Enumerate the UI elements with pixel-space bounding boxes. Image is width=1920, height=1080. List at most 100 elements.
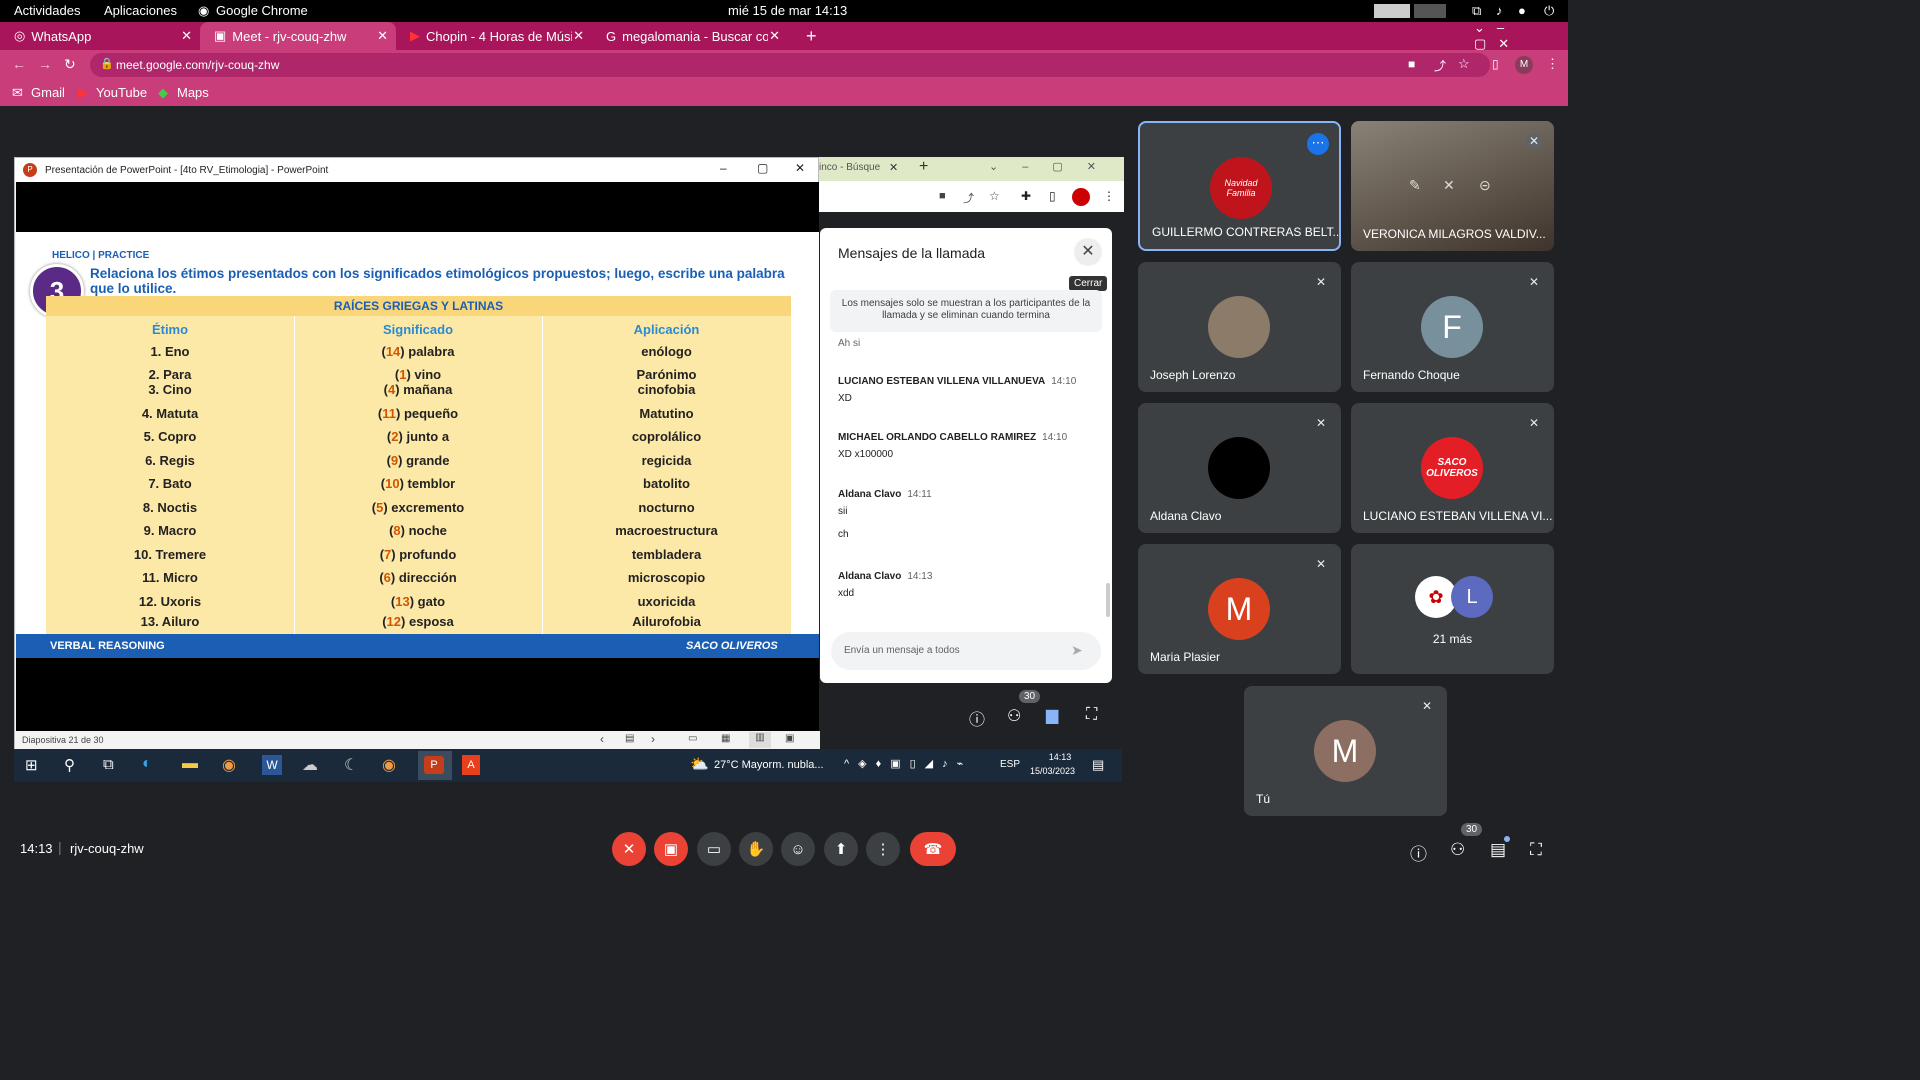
chat-input-box[interactable]: Envía un mensaje a todos ➤ [831, 632, 1101, 670]
chat-icon[interactable]: ▤ [1490, 840, 1506, 860]
close-chat-icon[interactable]: ✕ [1074, 238, 1102, 266]
prev-slide-icon[interactable]: ‹ [600, 732, 604, 746]
pin-icon[interactable]: ✎ [1409, 177, 1421, 194]
menu-icon[interactable]: ⋮ [1546, 56, 1559, 72]
participant-tile[interactable]: M ✕ Maria Plasier [1138, 544, 1341, 674]
bookmark-maps[interactable]: Maps [177, 85, 209, 100]
window-controls[interactable]: ⌄–▢✕ [1460, 20, 1560, 51]
back-icon[interactable]: ← [12, 56, 26, 72]
participant-tile[interactable]: ✕ ✎ ✕ ⊝ VERONICA MILAGROS VALDIV... [1351, 121, 1554, 251]
close-tab-icon[interactable]: ✕ [377, 28, 388, 44]
captions-button[interactable]: ▭ [697, 832, 731, 866]
input-language[interactable]: ESP [1000, 759, 1020, 770]
workspace-indicator[interactable] [1414, 4, 1446, 18]
bookmark-youtube[interactable]: YouTube [96, 85, 147, 100]
reactions-button[interactable]: ☺ [781, 832, 815, 866]
people-icon[interactable]: ⚇ [1007, 706, 1021, 726]
chrome-icon[interactable]: ◉ [222, 755, 236, 775]
participant-tile[interactable]: ✕ Joseph Lorenzo [1138, 262, 1341, 392]
network-icon[interactable]: ⧉ [1472, 3, 1481, 19]
taskbar-date[interactable]: 15/03/2023 [1030, 766, 1075, 776]
chat-icon[interactable]: ▆ [1046, 705, 1058, 725]
chrome2-tab[interactable]: inco - Búsque [819, 162, 880, 173]
app-icon[interactable]: ☾ [344, 755, 358, 775]
camera-toggle-button[interactable]: ▣ [654, 832, 688, 866]
star-icon[interactable]: ☆ [1458, 56, 1470, 72]
word-icon[interactable]: W [262, 755, 282, 775]
power-icon[interactable]: ⏻ [1544, 3, 1554, 19]
pdf-reader-icon[interactable]: A [462, 755, 480, 775]
maximize-icon[interactable]: ▢ [757, 161, 768, 175]
applications-menu[interactable]: Aplicaciones [104, 3, 177, 18]
tray-icons[interactable]: ^◈♦▣▯◢♪⌁ [844, 757, 972, 770]
star-icon[interactable]: ☆ [989, 189, 1000, 203]
close-tab-icon[interactable]: ✕ [181, 28, 192, 44]
close-tab-icon[interactable]: ✕ [769, 28, 780, 44]
self-tile[interactable]: M ✕ Tú [1244, 686, 1447, 816]
sorter-view-icon[interactable]: ▦ [721, 733, 730, 744]
tab-whatsapp[interactable]: ◎ WhatsApp ✕ [0, 22, 200, 50]
clock[interactable]: mié 15 de mar 14:13 [728, 3, 847, 18]
active-app-label[interactable]: Google Chrome [216, 3, 308, 18]
leave-call-button[interactable]: ☎ [910, 832, 956, 866]
share-icon[interactable]: ⤴ [963, 190, 974, 206]
weather-text[interactable]: 27°C Mayorm. nubla... [714, 759, 824, 771]
taskbar-time[interactable]: 14:13 [1042, 752, 1078, 762]
tab-meet[interactable]: ▣ Meet - rjv-couq-zhw ✕ [200, 22, 396, 50]
send-icon[interactable]: ➤ [1071, 642, 1083, 659]
chrome2-window-controls[interactable]: ⌄–▢✕ [989, 160, 1120, 173]
normal-view-icon[interactable]: ▭ [688, 733, 697, 744]
info-icon[interactable]: ⓘ [969, 706, 985, 730]
tab-megalomania[interactable]: G megalomania - Buscar cor ✕ [592, 22, 788, 50]
participant-tile[interactable]: ✕ Aldana Clavo [1138, 403, 1341, 533]
mute-icon[interactable]: ✕ [1443, 177, 1455, 194]
present-button[interactable]: ⬆ [824, 832, 858, 866]
search-icon[interactable]: ⚲ [64, 756, 75, 774]
slide-menu-icon[interactable]: ▤ [625, 733, 634, 744]
meeting-code[interactable]: rjv-couq-zhw [70, 841, 144, 856]
bookmark-gmail[interactable]: Gmail [31, 85, 65, 100]
next-slide-icon[interactable]: › [651, 732, 655, 746]
reading-view-icon[interactable]: ▥ [749, 732, 771, 748]
windows-start-icon[interactable]: ⊞ [25, 756, 38, 774]
chrome-icon[interactable]: ◉ [382, 755, 396, 775]
new-tab-button[interactable]: + [919, 158, 928, 176]
tab-chopin[interactable]: ▶ Chopin - 4 Horas de Músic ✕ [396, 22, 592, 50]
close-tab-icon[interactable]: ✕ [573, 28, 584, 44]
activities-icon[interactable]: ⛶ [1086, 706, 1097, 724]
chat-scrollbar[interactable] [1106, 583, 1110, 617]
task-view-icon[interactable]: ⧉ [103, 756, 114, 773]
more-options-button[interactable]: ⋮ [866, 832, 900, 866]
more-options-icon[interactable]: ⋯ [1307, 133, 1329, 155]
people-icon[interactable]: ⚇ [1450, 840, 1465, 860]
participant-tile[interactable]: Navidad Familia ⋯ GUILLERMO CONTRERAS BE… [1138, 121, 1341, 251]
more-participants-tile[interactable]: ✿ L 21 más [1351, 544, 1554, 674]
raise-hand-button[interactable]: ✋ [739, 832, 773, 866]
powerpoint-icon[interactable]: P [424, 756, 444, 774]
menu-icon[interactable]: ⋮ [1103, 189, 1115, 203]
close-tab-icon[interactable]: ✕ [889, 161, 898, 174]
remove-icon[interactable]: ⊝ [1479, 177, 1491, 194]
info-icon[interactable]: ⓘ [1410, 840, 1427, 865]
microphone-icon[interactable]: ● [1518, 3, 1526, 18]
explorer-icon[interactable]: ▬ [182, 755, 198, 773]
volume-icon[interactable]: ♪ [1496, 3, 1503, 18]
profile-avatar[interactable]: M [1515, 56, 1533, 74]
side-panel-icon[interactable]: ▯ [1049, 189, 1056, 203]
edge-icon[interactable]: ◐ [142, 755, 152, 773]
app-icon[interactable]: ☁ [302, 755, 318, 775]
camera-icon[interactable]: ■ [939, 190, 946, 202]
share-icon[interactable]: ⤴ [1434, 57, 1446, 74]
new-tab-button[interactable]: + [792, 22, 820, 50]
forward-icon[interactable]: → [38, 56, 52, 72]
participant-tile[interactable]: F ✕ Fernando Choque [1351, 262, 1554, 392]
activities-button[interactable]: Actividades [14, 3, 80, 18]
slideshow-view-icon[interactable]: ▣ [785, 733, 794, 744]
activities-icon[interactable]: ⛶ [1530, 840, 1542, 860]
camera-icon[interactable]: ■ [1408, 57, 1415, 71]
participant-tile[interactable]: SACO OLIVEROS ✕ LUCIANO ESTEBAN VILLENA … [1351, 403, 1554, 533]
side-panel-icon[interactable]: ▯ [1492, 57, 1499, 71]
keyboard-indicator[interactable] [1374, 4, 1410, 18]
notifications-icon[interactable]: ▤ [1092, 757, 1104, 773]
profile-avatar[interactable] [1072, 188, 1090, 206]
